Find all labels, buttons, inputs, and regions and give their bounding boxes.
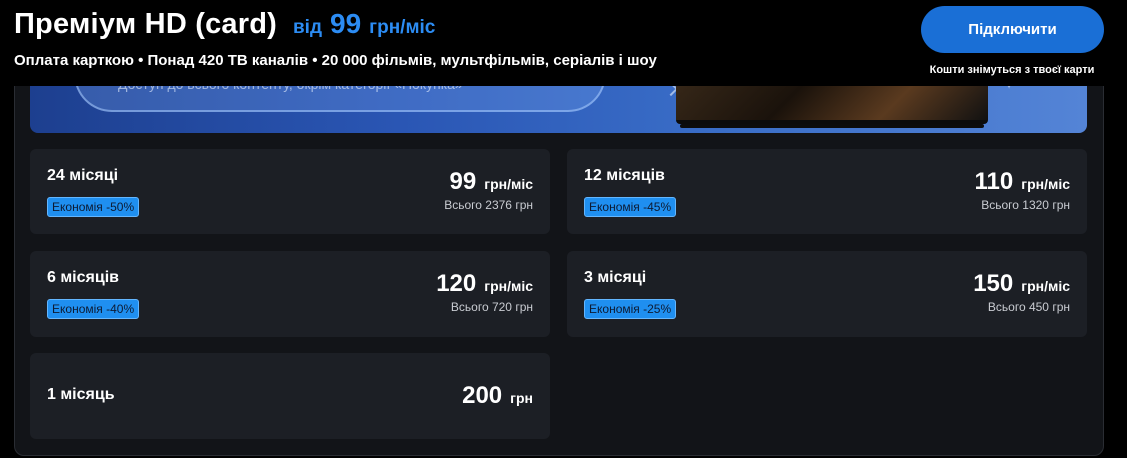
price-unit: грн/міс — [484, 176, 533, 192]
plan-price: 150 грн/міс — [973, 270, 1070, 298]
price-prefix: від — [292, 17, 323, 38]
price-unit: грн/міс — [369, 17, 436, 38]
plan-total: Всього 1320 грн — [981, 198, 1070, 212]
price-value: 99 — [330, 8, 362, 39]
plan-card-1-month[interactable]: 1 місяць 200 грн — [30, 353, 550, 439]
plan-period: 24 місяці — [47, 167, 119, 184]
plan-title: Преміум HD (card) — [14, 8, 277, 40]
plan-price: 200 грн — [462, 382, 533, 410]
discount-badge: Економія -45% — [584, 197, 677, 217]
discount-badge: Економія -40% — [47, 299, 140, 319]
plan-subtitle: Оплата карткою • Понад 420 ТВ каналів • … — [14, 52, 657, 69]
plan-price: 110 грн/міс — [975, 168, 1070, 196]
plan-period: 6 місяців — [47, 269, 119, 286]
title-row: Преміум HD (card) від 99 грн/міс — [14, 8, 435, 41]
plan-card-6-months[interactable]: 6 місяців Економія -40% 120 грн/міс Всьо… — [30, 251, 550, 337]
price-unit: грн — [510, 390, 533, 406]
plan-card-3-months[interactable]: 3 місяці Економія -25% 150 грн/міс Всьог… — [567, 251, 1087, 337]
price-unit: грн/міс — [484, 278, 533, 294]
plan-header: Преміум HD (card) від 99 грн/міс Оплата … — [0, 0, 1127, 86]
discount-badge: Економія -25% — [584, 299, 677, 319]
plan-card-12-months[interactable]: 12 місяців Економія -45% 110 грн/міс Всь… — [567, 149, 1087, 234]
price-amount: 120 — [436, 270, 477, 297]
price-amount: 150 — [973, 270, 1014, 297]
plan-total: Всього 450 грн — [987, 300, 1070, 314]
discount-badge: Економія -50% — [47, 197, 140, 217]
plan-period: 12 місяців — [584, 167, 665, 184]
price-unit: грн/міс — [1021, 278, 1070, 294]
price-unit: грн/міс — [1021, 176, 1070, 192]
connect-button[interactable]: Підключити — [921, 6, 1104, 53]
price-amount: 99 — [449, 168, 477, 195]
price-amount: 110 — [974, 168, 1014, 195]
price-amount: 200 — [462, 382, 503, 409]
plan-total: Всього 2376 грн — [444, 198, 533, 212]
connect-note: Кошти знімуться з твоєї карти — [929, 64, 1095, 76]
plan-period: 3 місяці — [584, 269, 647, 286]
plan-price: 99 грн/міс — [450, 168, 533, 196]
plan-price: 120 грн/міс — [436, 270, 533, 298]
plan-period: 1 місяць — [47, 386, 115, 403]
plan-total: Всього 720 грн — [450, 300, 533, 314]
subscription-page: Доступ до всього контенту, окрім категор… — [0, 0, 1127, 458]
plan-card-24-months[interactable]: 24 місяці Економія -50% 99 грн/міс Всьог… — [30, 149, 550, 234]
